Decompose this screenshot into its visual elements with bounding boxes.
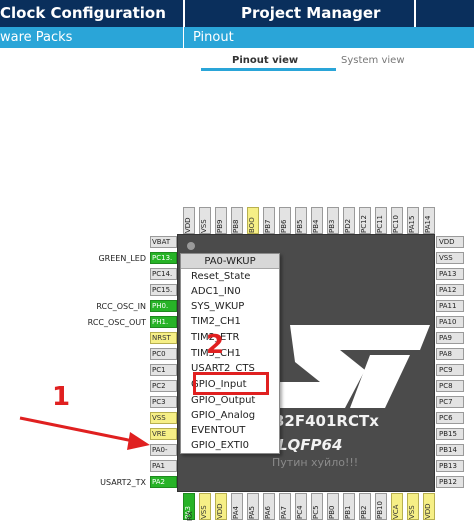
- active-view-indicator: [201, 68, 336, 71]
- pin-top[interactable]: PC10: [391, 207, 403, 234]
- pin-context-menu: PA0-WKUP Reset_State ADC1_IN0 SYS_WKUP T…: [180, 253, 280, 454]
- top-tab-bar: Clock Configuration Project Manager: [0, 0, 474, 27]
- pin-left[interactable]: VSS: [150, 412, 177, 424]
- pin-left[interactable]: PC0: [150, 348, 177, 360]
- pin-right[interactable]: PA9: [436, 332, 464, 344]
- pin-top[interactable]: PA15: [407, 207, 419, 234]
- pin-left[interactable]: PC2: [150, 380, 177, 392]
- pin-top[interactable]: PB9: [215, 207, 227, 234]
- tab-separator: [183, 0, 185, 27]
- pin-right[interactable]: PB14: [436, 444, 464, 456]
- pin-left[interactable]: PA1: [150, 460, 177, 472]
- pin-left[interactable]: PH0.: [150, 300, 177, 312]
- menu-header-pin-name: PA0-WKUP: [181, 254, 279, 269]
- pin-bottom[interactable]: PB10: [375, 493, 387, 520]
- pin-bottom[interactable]: VSS: [199, 493, 211, 520]
- pin-bottom[interactable]: PA4: [231, 493, 243, 520]
- pin-right[interactable]: PB15: [436, 428, 464, 440]
- pin-bottom[interactable]: VCA: [391, 493, 403, 520]
- subtab-software-packs[interactable]: ware Packs: [0, 27, 72, 48]
- view-tab-system[interactable]: System view: [341, 55, 405, 66]
- chip-package: LQFP64: [278, 436, 343, 454]
- menu-item-adc1-in0[interactable]: ADC1_IN0: [191, 285, 241, 298]
- chip-part-number: 32F401RCTx: [274, 412, 379, 430]
- pin-bottom[interactable]: PA7: [279, 493, 291, 520]
- pin-right[interactable]: PB12: [436, 476, 464, 488]
- pin-left[interactable]: PA2: [150, 476, 177, 488]
- pin-top[interactable]: PB4: [311, 207, 323, 234]
- menu-item-eventout[interactable]: EVENTOUT: [191, 424, 245, 437]
- pin-right[interactable]: PC8: [436, 380, 464, 392]
- tab-separator: [414, 0, 416, 27]
- pin-right[interactable]: PA11: [436, 300, 464, 312]
- menu-item-tim2-ch1[interactable]: TIM2_CH1: [191, 315, 241, 328]
- pin-label-green-led: GREEN_LED: [98, 254, 146, 263]
- view-tab-pinout[interactable]: Pinout view: [232, 55, 298, 66]
- pin-right[interactable]: PA8: [436, 348, 464, 360]
- menu-item-gpio-exti0[interactable]: GPIO_EXTI0: [191, 439, 249, 452]
- pin-bottom[interactable]: PB0: [327, 493, 339, 520]
- pin-right[interactable]: VDD: [436, 236, 464, 248]
- pin-top[interactable]: VDD: [183, 207, 195, 234]
- pin-label-rx: RX: [186, 511, 194, 521]
- pin-left[interactable]: PC3: [150, 396, 177, 408]
- pin-left-pa0[interactable]: PA0-: [150, 444, 177, 456]
- pin-right[interactable]: PA10: [436, 316, 464, 328]
- pin-right[interactable]: VSS: [436, 252, 464, 264]
- pin-right[interactable]: PC7: [436, 396, 464, 408]
- tab-clock-configuration[interactable]: Clock Configuration: [0, 0, 166, 27]
- pin-label-rcc-osc-in: RCC_OSC_IN: [96, 302, 146, 311]
- st-logo-icon: [270, 325, 430, 408]
- pin-label-usart2-tx: USART2_TX: [100, 478, 146, 487]
- menu-item-reset-state[interactable]: Reset_State: [191, 270, 250, 283]
- tab-project-manager[interactable]: Project Manager: [241, 0, 380, 27]
- sub-tab-bar: ware Packs Pinout: [0, 27, 474, 48]
- pin-top[interactable]: VSS: [199, 207, 211, 234]
- menu-item-sys-wkup[interactable]: SYS_WKUP: [191, 300, 244, 313]
- pin-top[interactable]: PA14: [423, 207, 435, 234]
- pin-left[interactable]: VBAT: [150, 236, 177, 248]
- pin-left[interactable]: PC14.: [150, 268, 177, 280]
- pin-right[interactable]: PC6: [436, 412, 464, 424]
- pin-top[interactable]: PC12: [359, 207, 371, 234]
- pin-top[interactable]: PB5: [295, 207, 307, 234]
- subtab-pinout[interactable]: Pinout: [193, 27, 234, 48]
- annotation-step-2: 2: [206, 330, 225, 360]
- pin-bottom[interactable]: PB2: [359, 493, 371, 520]
- pin-right[interactable]: PB13: [436, 460, 464, 472]
- pin-bottom[interactable]: PC4: [295, 493, 307, 520]
- pin-top[interactable]: PC11: [375, 207, 387, 234]
- pin-left[interactable]: VRE: [150, 428, 177, 440]
- pin-top[interactable]: PD2: [343, 207, 355, 234]
- pin-left[interactable]: PC13.: [150, 252, 177, 264]
- pin-top[interactable]: PB6: [279, 207, 291, 234]
- menu-item-gpio-output[interactable]: GPIO_Output: [191, 394, 255, 407]
- pin-top[interactable]: PB3: [327, 207, 339, 234]
- menu-item-gpio-analog[interactable]: GPIO_Analog: [191, 409, 255, 422]
- pin1-marker: [187, 242, 195, 250]
- pin-top[interactable]: PB7: [263, 207, 275, 234]
- pin-bottom[interactable]: VDD: [423, 493, 435, 520]
- pin-right[interactable]: PA12: [436, 284, 464, 296]
- pin-bottom[interactable]: PB1: [343, 493, 355, 520]
- pin-bottom[interactable]: PC5: [311, 493, 323, 520]
- pin-bottom[interactable]: VDD: [215, 493, 227, 520]
- pin-left[interactable]: PC1: [150, 364, 177, 376]
- pin-label-rcc-osc-out: RCC_OSC_OUT: [87, 318, 146, 327]
- pin-bottom[interactable]: PA5: [247, 493, 259, 520]
- chip-watermark-text: Путин хуйло!!!: [272, 456, 359, 469]
- pin-bottom[interactable]: PA6: [263, 493, 275, 520]
- highlight-gpio-input-box: [193, 372, 269, 395]
- pin-right[interactable]: PA13: [436, 268, 464, 280]
- pin-top[interactable]: PB8: [231, 207, 243, 234]
- pin-top[interactable]: BOO: [247, 207, 259, 234]
- pin-right[interactable]: PC9: [436, 364, 464, 376]
- pin-left[interactable]: PC15.: [150, 284, 177, 296]
- pin-left[interactable]: NRST: [150, 332, 177, 344]
- subtab-separator: [183, 27, 184, 48]
- pin-left[interactable]: PH1.: [150, 316, 177, 328]
- annotation-step-1: 1: [52, 382, 71, 412]
- pin-bottom[interactable]: VSS: [407, 493, 419, 520]
